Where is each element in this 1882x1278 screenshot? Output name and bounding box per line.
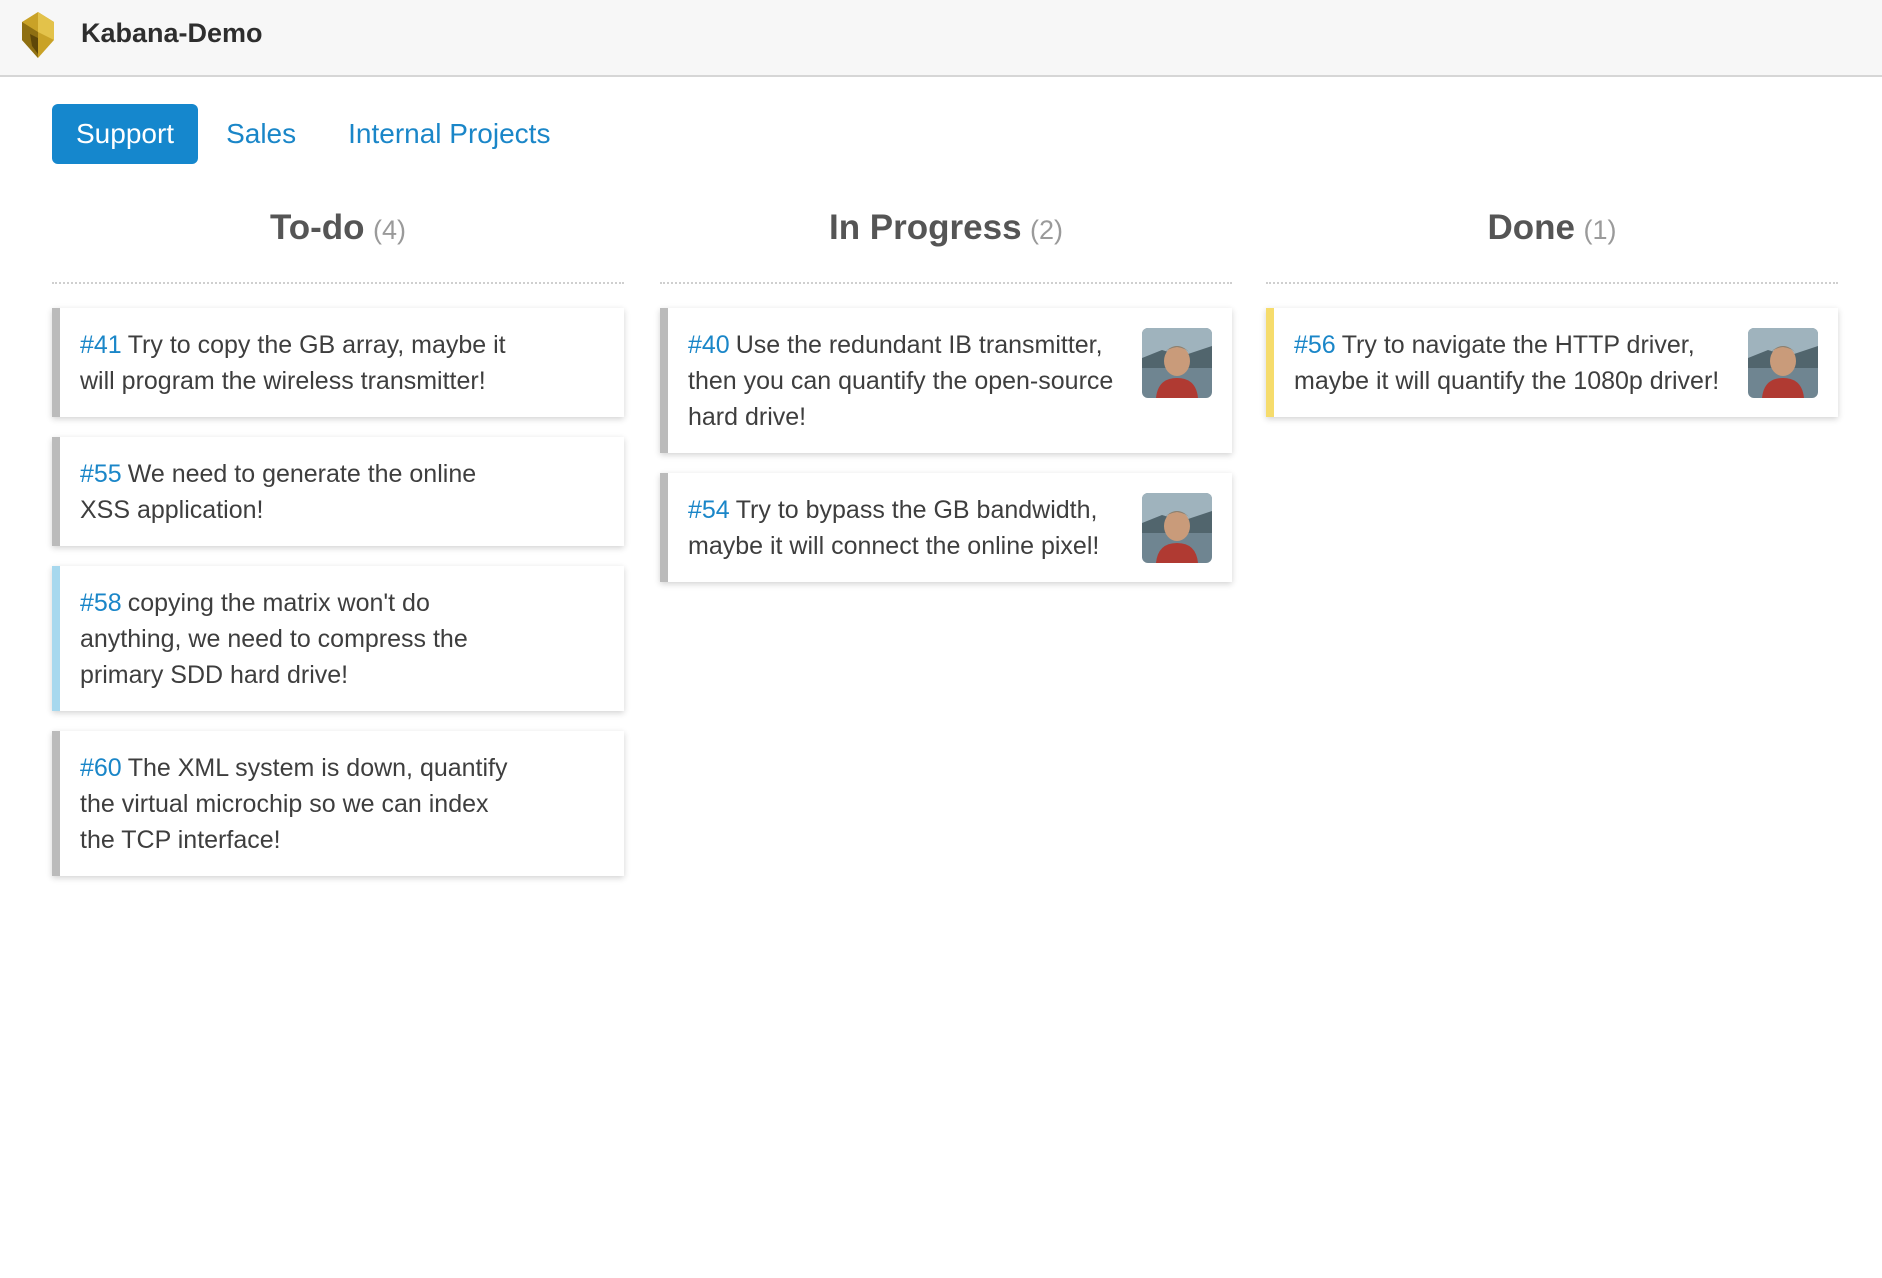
column-title: Done (1487, 208, 1576, 247)
column-in-progress: In Progress (2) #40 Use the redundant IB … (660, 200, 1232, 602)
column-count: (1) (1583, 215, 1617, 245)
column-header: Done (1) (1266, 200, 1838, 284)
card-id[interactable]: #40 (688, 331, 730, 359)
assignee-avatar[interactable] (1142, 493, 1212, 563)
column-title: To-do (269, 208, 365, 247)
task-card[interactable]: #55 We need to generate the online XSS ap… (52, 437, 624, 546)
card-id[interactable]: #55 (80, 460, 122, 488)
card-description: The XML system is down, quantify the vir… (80, 754, 508, 854)
card-text: #54 Try to bypass the GB bandwidth, maybe… (688, 492, 1118, 564)
card-description: Try to copy the GB array, maybe it will … (80, 331, 506, 395)
task-card[interactable]: #41 Try to copy the GB array, maybe it wi… (52, 308, 624, 417)
board-tabs: Support Sales Internal Projects (52, 104, 578, 164)
tab-internal-projects[interactable]: Internal Projects (324, 104, 574, 164)
card-id[interactable]: #41 (80, 331, 122, 359)
assignee-avatar[interactable] (1748, 328, 1818, 398)
assignee-avatar[interactable] (1142, 328, 1212, 398)
app-title[interactable]: Kabana-Demo (81, 16, 263, 50)
task-card[interactable]: #60 The XML system is down, quantify the … (52, 731, 624, 876)
column-count: (4) (373, 215, 407, 245)
card-text: #60 The XML system is down, quantify the … (80, 750, 510, 858)
card-text: #58 copying the matrix won't do anything,… (80, 585, 510, 693)
card-text: #55 We need to generate the online XSS ap… (80, 456, 510, 528)
column-done: Done (1) #56 Try to navigate the HTTP dri… (1266, 200, 1838, 437)
column-header: To-do (4) (52, 200, 624, 284)
task-card[interactable]: #58 copying the matrix won't do anything,… (52, 566, 624, 711)
card-text: #40 Use the redundant IB transmitter, the… (688, 327, 1118, 435)
column-header: In Progress (2) (660, 200, 1232, 284)
card-description: We need to generate the online XSS appli… (80, 460, 477, 524)
task-card[interactable]: #40 Use the redundant IB transmitter, the… (660, 308, 1232, 453)
task-card[interactable]: #54 Try to bypass the GB bandwidth, maybe… (660, 473, 1232, 582)
column-todo: To-do (4) #41 Try to copy the GB array, m… (52, 200, 624, 896)
top-bar: Kabana-Demo (0, 0, 1882, 77)
card-text: #41 Try to copy the GB array, maybe it wi… (80, 327, 510, 399)
card-description: Try to bypass the GB bandwidth, maybe it… (688, 496, 1100, 560)
card-id[interactable]: #58 (80, 589, 122, 617)
card-text: #56 Try to navigate the HTTP driver, mayb… (1294, 327, 1724, 399)
card-id[interactable]: #54 (688, 496, 730, 524)
column-title: In Progress (828, 208, 1022, 247)
helmet-logo-icon[interactable] (18, 10, 58, 60)
task-card[interactable]: #56 Try to navigate the HTTP driver, mayb… (1266, 308, 1838, 417)
tab-support[interactable]: Support (52, 104, 199, 164)
card-description: copying the matrix won't do anything, we… (80, 589, 468, 689)
card-id[interactable]: #56 (1294, 331, 1336, 359)
card-description: Use the redundant IB transmitter, then y… (688, 331, 1114, 431)
column-count: (2) (1030, 215, 1064, 245)
tab-sales[interactable]: Sales (202, 104, 320, 164)
card-description: Try to navigate the HTTP driver, maybe i… (1294, 331, 1720, 395)
card-id[interactable]: #60 (80, 754, 122, 782)
